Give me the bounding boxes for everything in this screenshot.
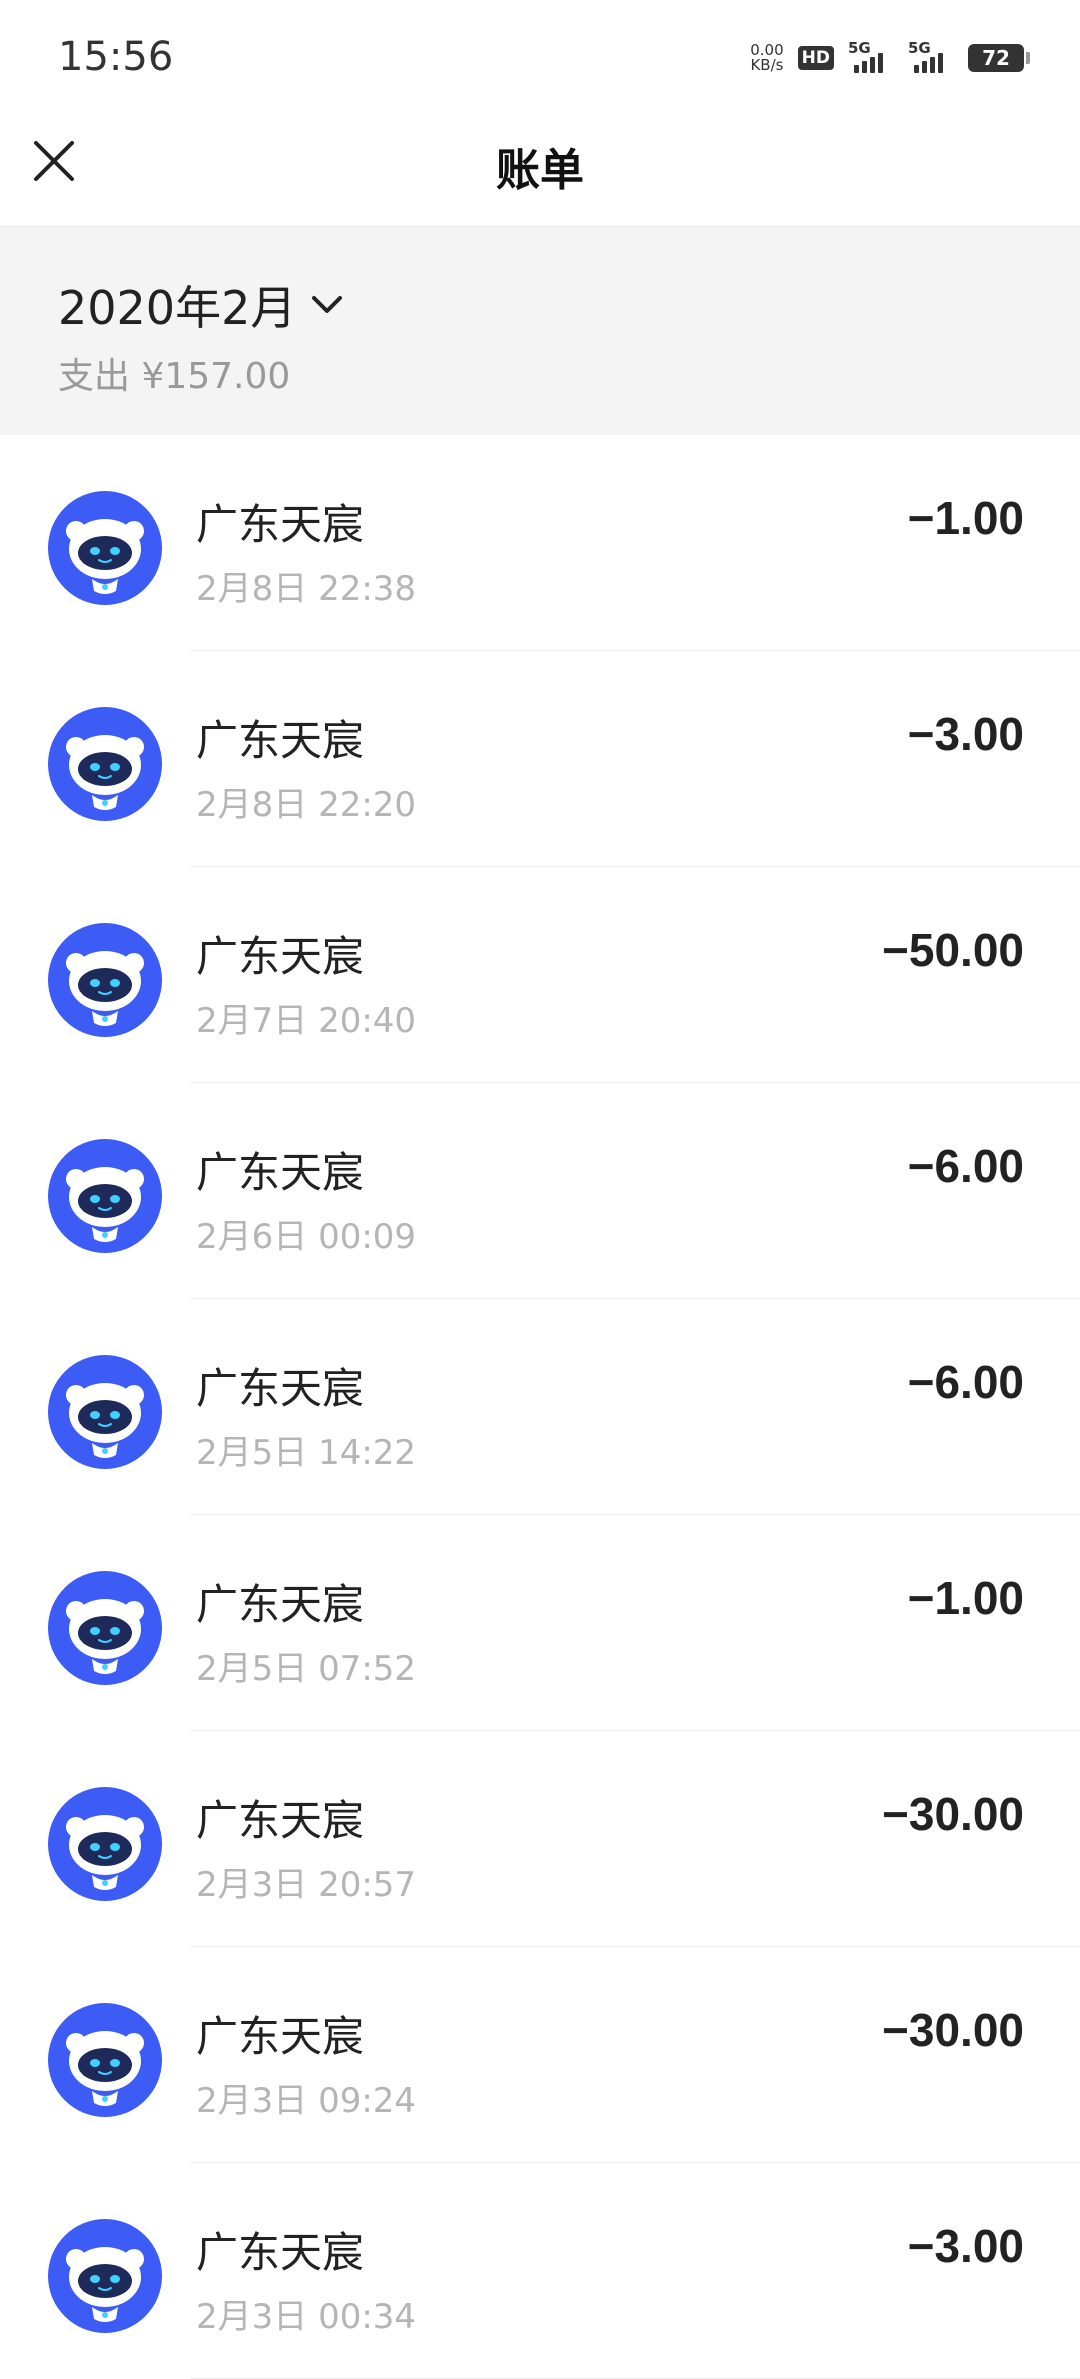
transaction-row[interactable]: 广东天宸 2月5日 14:22 −6.00 bbox=[0, 1299, 1080, 1515]
status-bar: 15:56 0.00 KB/s HD 5G 5G 72 bbox=[0, 0, 1080, 110]
robot-avatar-icon bbox=[48, 707, 162, 821]
transaction-row[interactable]: 广东天宸 2月7日 20:40 −50.00 bbox=[0, 867, 1080, 1083]
transaction-amount: −50.00 bbox=[882, 924, 1024, 976]
merchant-name: 广东天宸 bbox=[196, 1796, 365, 1845]
transaction-datetime: 2月8日 22:20 bbox=[196, 785, 417, 825]
merchant-name: 广东天宸 bbox=[196, 1580, 365, 1629]
transaction-amount: −6.00 bbox=[907, 1356, 1024, 1408]
transaction-row[interactable]: 广东天宸 2月3日 20:57 −30.00 bbox=[0, 1731, 1080, 1947]
transaction-row[interactable]: 广东天宸 2月3日 00:34 −3.00 bbox=[0, 2163, 1080, 2379]
signal-icon-1: 5G bbox=[848, 39, 894, 73]
month-selector[interactable]: 2020年2月 bbox=[58, 272, 344, 338]
nav-bar: 账单 bbox=[0, 110, 1080, 227]
transaction-datetime: 2月5日 14:22 bbox=[196, 1433, 417, 1473]
merchant-name: 广东天宸 bbox=[196, 1148, 365, 1197]
signal-icon-2: 5G bbox=[908, 39, 954, 73]
expense-summary: 支出 ¥157.00 bbox=[58, 356, 291, 397]
transaction-amount: −6.00 bbox=[907, 1140, 1024, 1192]
transaction-row[interactable]: 广东天宸 2月8日 22:20 −3.00 bbox=[0, 651, 1080, 867]
robot-avatar-icon bbox=[48, 1355, 162, 1469]
month-summary-panel: 2020年2月 支出 ¥157.00 bbox=[0, 227, 1080, 435]
transaction-amount: −1.00 bbox=[907, 492, 1024, 544]
transaction-amount: −3.00 bbox=[907, 708, 1024, 760]
transaction-datetime: 2月7日 20:40 bbox=[196, 1001, 417, 1041]
transaction-datetime: 2月6日 00:09 bbox=[196, 1217, 417, 1257]
robot-avatar-icon bbox=[48, 1787, 162, 1901]
merchant-name: 广东天宸 bbox=[196, 1364, 365, 1413]
battery-level: 72 bbox=[982, 46, 1010, 70]
network-speed-unit: KB/s bbox=[750, 56, 784, 74]
transaction-amount: −1.00 bbox=[907, 1572, 1024, 1624]
battery-icon: 72 bbox=[968, 44, 1030, 72]
transaction-datetime: 2月3日 00:34 bbox=[196, 2297, 417, 2337]
merchant-name: 广东天宸 bbox=[196, 2012, 365, 2061]
month-label: 2020年2月 bbox=[58, 281, 297, 335]
merchant-name: 广东天宸 bbox=[196, 500, 365, 549]
transaction-row[interactable]: 广东天宸 2月6日 00:09 −6.00 bbox=[0, 1083, 1080, 1299]
status-time: 15:56 bbox=[58, 34, 174, 80]
robot-avatar-icon bbox=[48, 491, 162, 605]
transaction-amount: −30.00 bbox=[882, 2004, 1024, 2056]
transaction-datetime: 2月5日 07:52 bbox=[196, 1649, 417, 1689]
transaction-datetime: 2月3日 09:24 bbox=[196, 2081, 417, 2121]
signal-label-2: 5G bbox=[908, 39, 931, 57]
signal-label-1: 5G bbox=[848, 39, 871, 57]
hd-voice-icon: HD bbox=[797, 46, 834, 70]
page-title: 账单 bbox=[496, 145, 584, 196]
transaction-amount: −3.00 bbox=[907, 2220, 1024, 2272]
transaction-list: 广东天宸 2月8日 22:38 −1.00 广东天宸 2月8日 22:20 −3… bbox=[0, 435, 1080, 2379]
merchant-name: 广东天宸 bbox=[196, 932, 365, 981]
transaction-row[interactable]: 广东天宸 2月3日 09:24 −30.00 bbox=[0, 1947, 1080, 2163]
robot-avatar-icon bbox=[48, 1571, 162, 1685]
robot-avatar-icon bbox=[48, 1139, 162, 1253]
merchant-name: 广东天宸 bbox=[196, 2228, 365, 2277]
status-icons: 0.00 KB/s HD 5G 5G 72 bbox=[750, 38, 1030, 78]
transaction-row[interactable]: 广东天宸 2月5日 07:52 −1.00 bbox=[0, 1515, 1080, 1731]
chevron-down-icon bbox=[312, 296, 343, 313]
merchant-name: 广东天宸 bbox=[196, 716, 365, 765]
transaction-datetime: 2月8日 22:38 bbox=[196, 569, 417, 609]
robot-avatar-icon bbox=[48, 2003, 162, 2117]
transaction-datetime: 2月3日 20:57 bbox=[196, 1865, 417, 1905]
robot-avatar-icon bbox=[48, 923, 162, 1037]
network-speed: 0.00 KB/s bbox=[750, 43, 783, 73]
robot-avatar-icon bbox=[48, 2219, 162, 2333]
transaction-row[interactable]: 广东天宸 2月8日 22:38 −1.00 bbox=[0, 435, 1080, 651]
transaction-amount: −30.00 bbox=[882, 1788, 1024, 1840]
